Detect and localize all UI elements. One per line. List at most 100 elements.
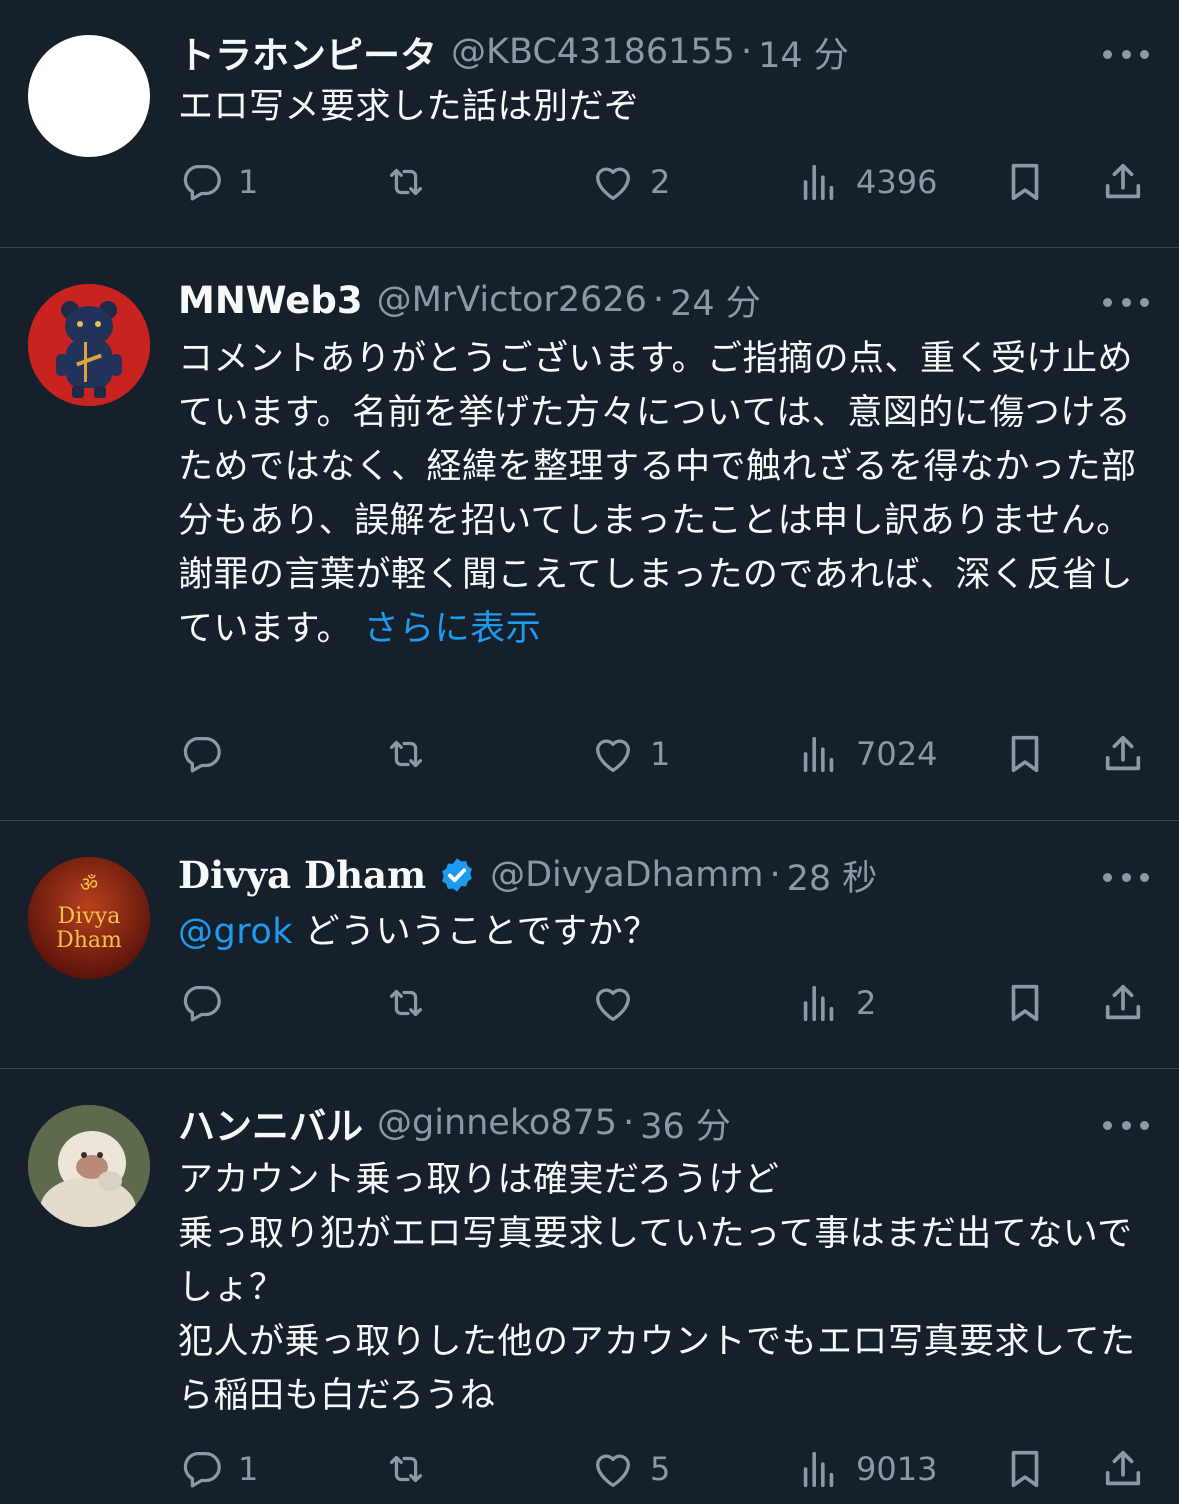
like-button[interactable]: 1 [590,730,670,778]
more-options-icon[interactable] [1103,44,1149,64]
share-button[interactable] [1100,730,1146,778]
views-icon [796,159,842,205]
bookmark-button[interactable] [1002,1445,1048,1493]
display-name[interactable]: Divya Dham [178,853,426,897]
tweet[interactable]: トラホンピータ @KBC43186155 · 14 分 エロ写メ要求した話は別だ… [0,0,1179,247]
tweet-header: MNWeb3 @MrVictor2626 · 24 分 [178,274,761,326]
tweet[interactable]: MNWeb3 @MrVictor2626 · 24 分 コメントありがとうござい… [0,248,1179,820]
tweet-text: アカウント乗っ取りは確実だろうけど 乗っ取り犯がエロ写真要求していたって事はまだ… [178,1160,1136,1416]
user-handle[interactable]: @KBC43186155 [451,32,735,72]
retweet-button[interactable] [383,730,443,778]
retweet-icon [383,731,429,777]
mention-link[interactable]: @grok [178,912,293,952]
view-count: 9013 [856,1450,938,1488]
action-bar: 1 2 4396 [178,158,1158,206]
more-options-icon[interactable] [1103,867,1149,887]
bookmark-icon [1002,159,1048,205]
bookmark-icon [1002,980,1048,1026]
heart-icon [590,159,636,205]
timestamp[interactable]: 28 秒 [787,850,878,901]
display-name[interactable]: MNWeb3 [178,279,363,322]
show-more-link[interactable]: さらに表示 [364,609,542,649]
reply-icon [178,1446,224,1492]
bookmark-icon [1002,731,1048,777]
action-bar: 1 5 9013 [178,1445,1158,1493]
tweet-header: Divya Dham @DivyaDhamm · 28 秒 [178,849,877,901]
heart-icon [590,731,636,777]
separator-dot: · [623,1103,635,1143]
separator-dot: · [769,855,781,895]
view-count: 7024 [856,735,938,773]
user-handle[interactable]: @DivyaDhamm [490,855,763,895]
action-bar: 1 7024 [178,730,1158,778]
retweet-button[interactable] [383,158,443,206]
share-button[interactable] [1100,158,1146,206]
action-bar: 2 [178,979,1158,1027]
like-button[interactable] [590,979,650,1027]
user-handle[interactable]: @ginneko875 [377,1103,617,1143]
retweet-button[interactable] [383,1445,443,1493]
views-button[interactable]: 9013 [796,1445,937,1493]
bookmark-button[interactable] [1002,730,1048,778]
heart-icon [590,1446,636,1492]
user-handle[interactable]: @MrVictor2626 [377,280,647,320]
tweet-text: @grok どういうことですか？ [178,905,1138,959]
share-icon [1100,1446,1146,1492]
reply-icon [178,731,224,777]
display-name[interactable]: トラホンピータ [178,25,437,79]
like-count: 5 [650,1450,671,1488]
reply-button[interactable] [178,730,238,778]
timestamp[interactable]: 36 分 [640,1098,731,1149]
like-button[interactable]: 2 [590,158,670,206]
separator-dot: · [740,32,753,72]
timestamp[interactable]: 14 分 [758,27,849,78]
more-options-icon[interactable] [1103,292,1149,312]
avatar[interactable] [28,284,150,406]
heart-icon [590,980,636,1026]
bookmark-button[interactable] [1002,158,1048,206]
views-button[interactable]: 7024 [796,730,937,778]
view-count: 2 [856,984,877,1022]
tweet-text: エロ写メ要求した話は別だぞ [178,87,640,127]
tweet[interactable]: ॐ Divya Dham Divya Dham @DivyaDhamm · 28… [0,821,1179,1068]
views-button[interactable]: 2 [796,979,876,1027]
tweet[interactable]: ハンニバル @ginneko875 · 36 分 アカウント乗っ取りは確実だろう… [0,1069,1179,1504]
divya-dham-logo-avatar: ॐ Divya Dham [28,857,150,979]
views-icon [796,980,842,1026]
reply-button[interactable]: 1 [178,1445,258,1493]
avatar-logo-text: Divya [58,904,121,929]
share-button[interactable] [1100,979,1146,1027]
retweet-button[interactable] [383,979,443,1027]
tweet-text-content: どういうことですか？ [293,912,659,952]
retweet-icon [383,980,429,1026]
white-gorilla-avatar-image [28,1105,150,1227]
views-icon [796,731,842,777]
tweet-header: ハンニバル @ginneko875 · 36 分 [178,1097,731,1149]
bookmark-icon [1002,1446,1048,1492]
verified-badge-icon[interactable] [438,856,476,894]
avatar[interactable] [28,1105,150,1227]
more-options-icon[interactable] [1103,1115,1149,1135]
reply-button[interactable] [178,979,238,1027]
robot-bear-avatar-image [28,284,150,406]
views-button[interactable]: 4396 [796,158,937,206]
share-icon [1100,980,1146,1026]
avatar[interactable]: ॐ Divya Dham [28,857,150,979]
view-count: 4396 [856,163,938,201]
reply-count: 1 [238,1450,259,1488]
retweet-icon [383,159,429,205]
bookmark-button[interactable] [1002,979,1048,1027]
tweet-header: トラホンピータ @KBC43186155 · 14 分 [178,26,849,78]
reply-button[interactable]: 1 [178,158,258,206]
display-name[interactable]: ハンニバル [178,1096,363,1150]
reply-count: 1 [238,163,259,201]
avatar[interactable] [28,35,150,157]
retweet-icon [383,1446,429,1492]
reply-icon [178,980,224,1026]
like-count: 1 [650,735,671,773]
like-button[interactable]: 5 [590,1445,670,1493]
timestamp[interactable]: 24 分 [670,275,761,326]
share-button[interactable] [1100,1445,1146,1493]
separator-dot: · [652,280,665,320]
like-count: 2 [650,163,671,201]
